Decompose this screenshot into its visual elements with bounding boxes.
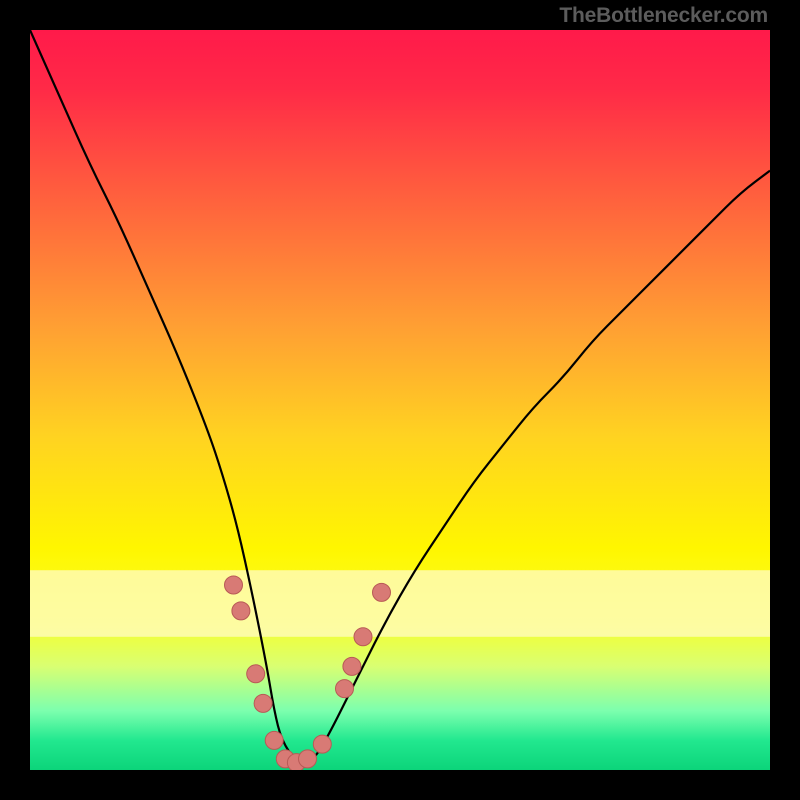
- marker-dot: [299, 750, 317, 768]
- marker-dot: [343, 657, 361, 675]
- marker-dot: [254, 694, 272, 712]
- marker-dot: [313, 735, 331, 753]
- plot-area: [30, 30, 770, 770]
- gradient-background: [30, 30, 770, 770]
- watermark-text: TheBottlenecker.com: [559, 4, 768, 28]
- marker-dot: [373, 583, 391, 601]
- optimal-band: [30, 570, 770, 637]
- marker-dot: [354, 628, 372, 646]
- chart-frame: TheBottlenecker.com: [0, 0, 800, 800]
- marker-dot: [247, 665, 265, 683]
- marker-dot: [232, 602, 250, 620]
- marker-dot: [225, 576, 243, 594]
- marker-dot: [265, 731, 283, 749]
- marker-dot: [336, 680, 354, 698]
- bottleneck-chart: [30, 30, 770, 770]
